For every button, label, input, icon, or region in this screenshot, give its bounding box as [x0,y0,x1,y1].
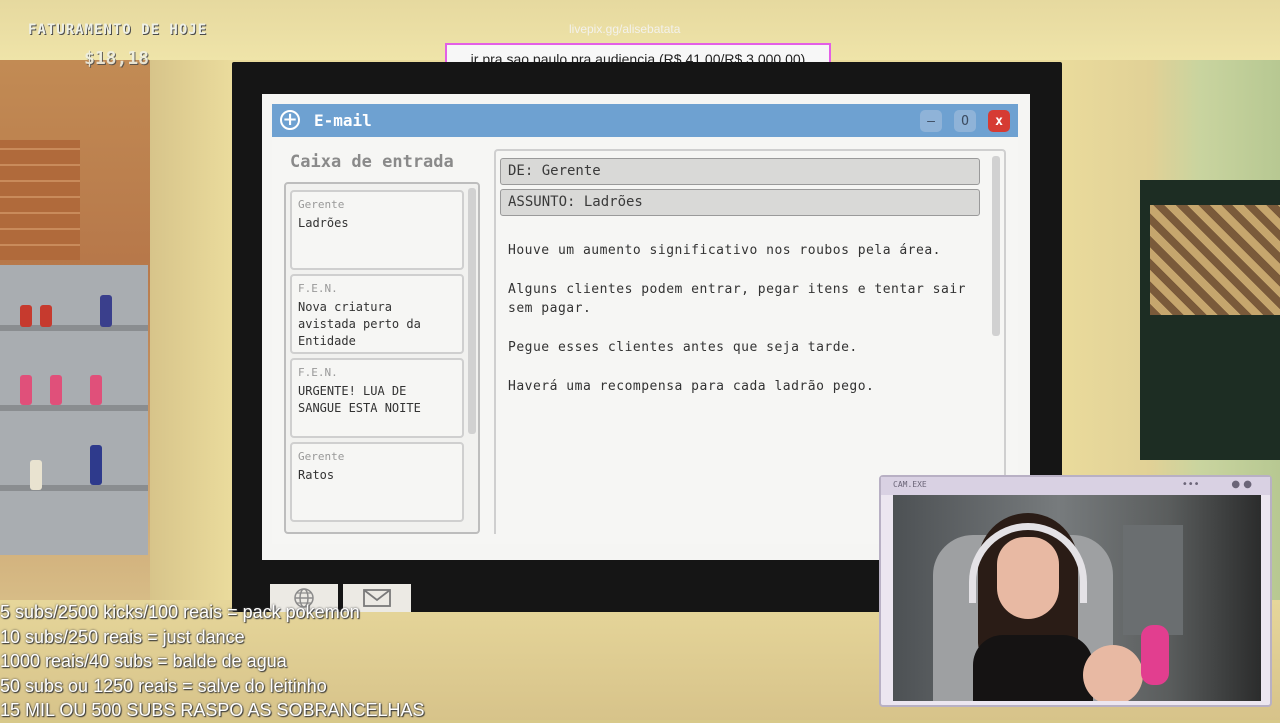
shelf-board [0,485,148,491]
revenue-value: $18,18 [84,48,150,69]
inbox-list[interactable]: Gerente Ladrões F.E.N. Nova criatura avi… [284,182,480,534]
overlay-line: 15 MIL OU 500 SUBS RASPO AS SOBRANCELHAS [0,700,425,720]
product-can [20,305,32,327]
mail-sender: F.E.N. [298,366,338,379]
microphone-icon [1141,625,1169,685]
mail-subject: URGENTE! LUA DE SANGUE ESTA NOITE [298,384,421,415]
window-title: E-mail [314,111,372,130]
overlay-line: 5 subs/2500 kicks/100 reais = pack pokem… [0,602,360,622]
mail-sender: Gerente [298,198,345,211]
mail-subject: Ladrões [298,216,349,230]
stream-goals-overlay: 5 subs/2500 kicks/100 reais = pack pokem… [0,600,520,723]
inbox-item-ratos[interactable]: Gerente Ratos [290,442,464,522]
message-line: Pegue esses clientes antes que seja tard… [508,340,858,355]
mail-subject: Ratos [298,468,335,482]
mail-sender: Gerente [298,450,345,463]
overlay-line: 50 subs ou 1250 reais = salve do leitinh… [0,675,327,696]
revenue-hud: FATURAMENTO DE HOJE $18,18 [28,22,238,69]
inbox-item-ladroes[interactable]: Gerente Ladrões [290,190,464,270]
brick-wall [0,140,80,260]
message-line: Alguns clientes podem entrar, pegar iten… [508,282,966,316]
close-button[interactable]: x [988,110,1010,132]
maximize-button[interactable]: O [954,110,976,132]
message-scrollbar[interactable] [992,156,1000,336]
overlay-line: 1000 reais/40 subs = balde de agua [0,651,287,671]
product-box [90,445,102,485]
streamer-body [973,635,1093,701]
webcam-frame: CAM.EXE ••• ● ● [879,475,1272,707]
dots-icon: ••• ● ● [1181,479,1252,490]
email-titlebar[interactable]: + E-mail – O x [272,104,1018,137]
webcam-feed [893,495,1261,701]
webcam-titlebar: CAM.EXE ••• ● ● [881,477,1270,495]
shelf-board [0,405,148,411]
message-line: Houve um aumento significativo nos roubo… [508,243,941,258]
room-shelf [1123,525,1183,635]
inbox-title: Caixa de entrada [290,152,454,172]
product-box [100,295,112,327]
message-line: Haverá uma recompensa para cada ladrão p… [508,379,875,394]
message-from: DE: Gerente [500,158,980,185]
streamer-arm [1083,645,1143,701]
inbox-scrollbar[interactable] [468,188,476,434]
wall-poster [1150,205,1280,315]
product-bag [90,375,102,405]
store-shelf [0,265,148,555]
webcam-label: CAM.EXE [893,480,927,489]
mail-subject: Nova criatura avistada perto da Entidade [298,300,421,348]
minimize-button[interactable]: – [920,110,942,132]
mail-sender: F.E.N. [298,282,338,295]
inbox-item-nova-criatura[interactable]: F.E.N. Nova criatura avistada perto da E… [290,274,464,354]
product-bag [50,375,62,405]
message-subject: ASSUNTO: Ladrões [500,189,980,216]
overlay-line: 10 subs/250 reais = just dance [0,626,245,647]
plus-icon[interactable]: + [280,110,300,130]
product-bag [20,375,32,405]
goal-url: livepix.gg/alisebatata [569,22,681,36]
product-can [40,305,52,327]
inbox-item-lua-de-sangue[interactable]: F.E.N. URGENTE! LUA DE SANGUE ESTA NOITE [290,358,464,438]
product-bag [30,460,42,490]
revenue-label: FATURAMENTO DE HOJE [28,22,208,38]
